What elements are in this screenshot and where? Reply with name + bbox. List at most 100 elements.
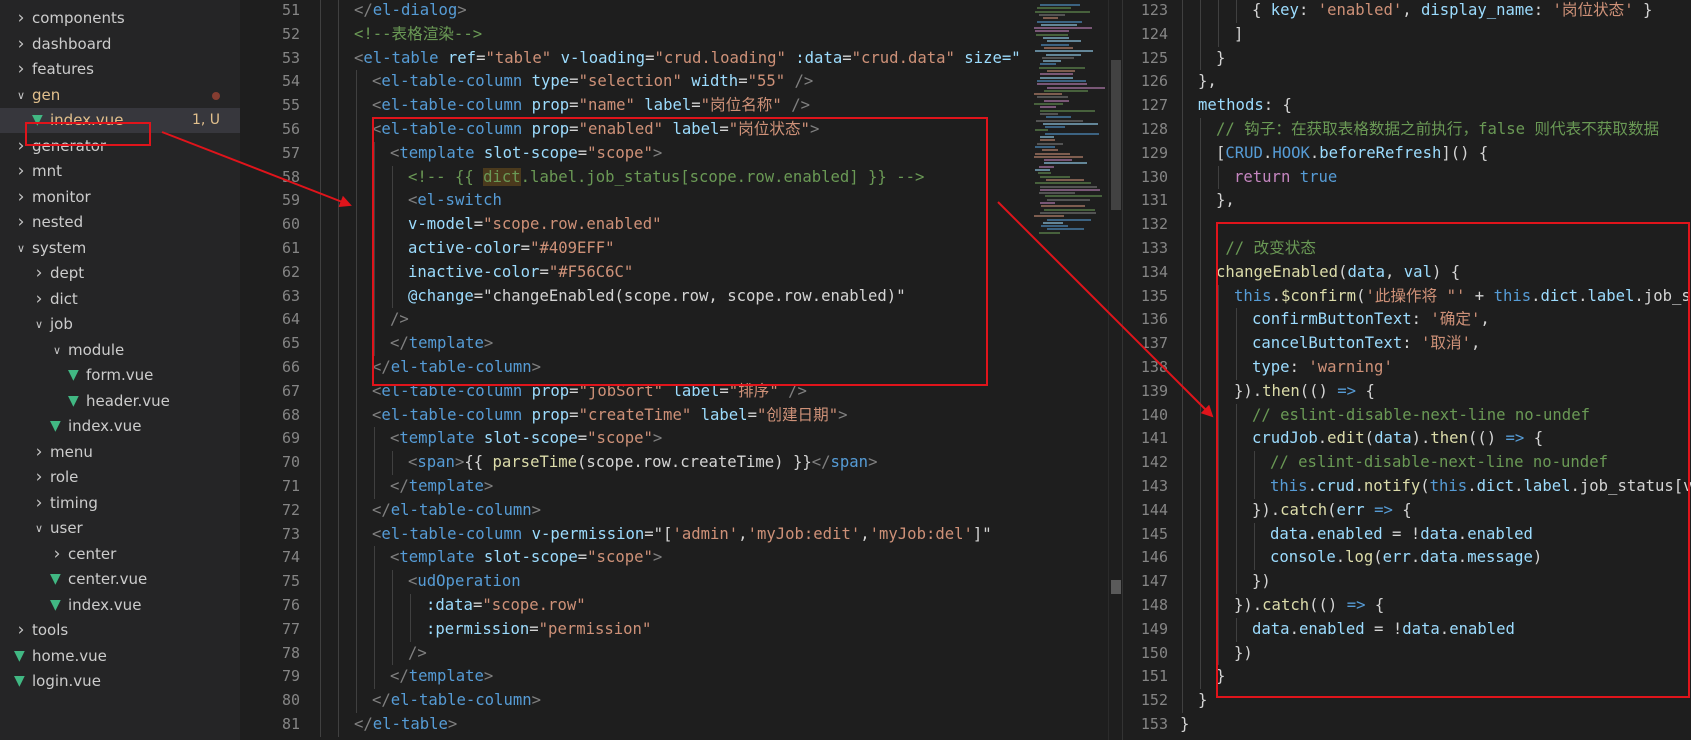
folder-monitor[interactable]: › monitor [0,185,240,210]
chevron-right-icon[interactable]: › [14,618,28,643]
file-index-vue[interactable]: ▼ index.vue [0,593,240,618]
folder-nested[interactable]: › nested [0,210,240,235]
file-center-vue[interactable]: ▼ center.vue [0,567,240,592]
code-line[interactable]: </el-table> [354,713,457,737]
chevron-right-icon[interactable]: › [14,32,28,57]
code-line[interactable]: <el-table-column prop="createTime" label… [372,404,848,428]
code-line[interactable]: </template> [390,475,493,499]
code-area[interactable]: </el-dialog> <!--表格渲染--> <el-table ref="ta… [318,0,1020,740]
template-editor-pane[interactable]: 51 52 53 54 55 56 57 58 59 60 61 62 63 64 65 66 67 68 69 70… [240,0,1020,740]
code-line[interactable]: ] [1234,23,1243,47]
code-line[interactable]: type: 'warning' [1252,356,1393,380]
chevron-down-icon[interactable]: ∨ [50,338,64,363]
folder-tools[interactable]: › tools [0,618,240,643]
chevron-right-icon[interactable]: › [14,159,28,184]
chevron-right-icon[interactable]: › [14,6,28,31]
code-line[interactable]: methods: { [1198,94,1292,118]
code-line[interactable]: /> [408,642,427,666]
code-line[interactable]: } [1180,713,1189,737]
code-line[interactable]: </el-table-column> [372,356,541,380]
code-line[interactable]: crudJob.edit(data).then(() => { [1252,427,1543,451]
code-line[interactable]: active-color="#409EFF" [408,237,615,261]
folder-generator[interactable]: › generator [0,134,240,159]
code-line[interactable]: }, [1198,70,1217,94]
code-line[interactable]: v-model="scope.row.enabled" [408,213,662,237]
code-line[interactable]: { key: 'enabled', display_name: '岗位状态' } [1252,0,1652,23]
folder-module[interactable]: ∨ module [0,338,240,363]
chevron-right-icon[interactable]: › [14,210,28,235]
minimap[interactable] [1030,0,1116,740]
folder-job[interactable]: ∨ job [0,312,240,337]
folder-user[interactable]: ∨ user [0,516,240,541]
code-line[interactable]: return true [1234,166,1337,190]
code-line[interactable]: this.crud.notify(this.dict.label.job_sta… [1270,475,1691,499]
code-line[interactable]: // 钩子：在获取表格数据之前执行，false 则代表不获取数据 [1216,118,1659,142]
code-line[interactable]: /> [390,308,409,332]
code-line[interactable]: </template> [390,332,493,356]
folder-components[interactable]: › components [0,6,240,31]
code-line[interactable]: // eslint-disable-next-line no-undef [1252,404,1590,428]
code-area[interactable]: { key: 'enabled', display_name: '岗位状态' }… [1180,0,1691,740]
code-line[interactable]: // 改变状态 [1216,237,1316,261]
code-line[interactable]: <el-table-column prop="name" label="岗位名称… [372,94,810,118]
code-line[interactable]: console.log(err.data.message) [1270,546,1542,570]
folder-timing[interactable]: › timing [0,491,240,516]
code-line[interactable]: cancelButtonText: '取消', [1252,332,1480,356]
code-line[interactable]: // eslint-disable-next-line no-undef [1270,451,1608,475]
code-line[interactable]: <template slot-scope="scope"> [390,427,662,451]
folder-dashboard[interactable]: › dashboard [0,32,240,57]
script-editor-pane[interactable]: 123 124 125 126 127 128 129 130 131 132 133 134 135 1… [1124,0,1691,740]
chevron-right-icon[interactable]: › [32,465,46,490]
file-header-vue[interactable]: ▼ header.vue [0,389,240,414]
chevron-right-icon[interactable]: › [50,542,64,567]
chevron-down-icon[interactable]: ∨ [32,516,46,541]
folder-dict[interactable]: › dict [0,287,240,312]
code-line[interactable]: confirmButtonText: '确定', [1252,308,1490,332]
code-line[interactable]: <template slot-scope="scope"> [390,142,662,166]
code-line[interactable]: <!--表格渲染--> [354,23,482,47]
scrollbar-thumb[interactable] [1111,60,1121,210]
code-line[interactable]: <udOperation [408,570,521,594]
code-line[interactable]: changeEnabled(data, val) { [1216,261,1460,285]
code-line[interactable]: }) [1234,642,1253,666]
code-line[interactable]: <el-switch [408,189,502,213]
code-line[interactable]: } [1198,689,1207,713]
folder-mnt[interactable]: › mnt [0,159,240,184]
code-line[interactable]: this.$confirm('此操作将 "' + this.dict.label… [1234,285,1691,309]
file-home-vue[interactable]: ▼ home.vue [0,644,240,669]
folder-menu[interactable]: › menu [0,440,240,465]
chevron-down-icon[interactable]: ∨ [14,83,28,108]
code-line[interactable]: <el-table-column prop="enabled" label="岗… [372,118,819,142]
folder-center[interactable]: › center [0,542,240,567]
code-line[interactable]: <el-table ref="table" v-loading="crud.lo… [354,47,1020,71]
code-line[interactable]: :permission="permission" [426,618,651,642]
code-line[interactable]: </el-table-column> [372,499,541,523]
code-line[interactable]: } [1216,665,1225,689]
folder-features[interactable]: › features [0,57,240,82]
code-line[interactable]: }, [1216,189,1235,213]
chevron-right-icon[interactable]: › [32,261,46,286]
file-form-vue[interactable]: ▼ form.vue [0,363,240,388]
code-line[interactable]: inactive-color="#F56C6C" [408,261,633,285]
code-line[interactable]: <el-table-column type="selection" width=… [372,70,813,94]
code-line[interactable]: data.enabled = !data.enabled [1252,618,1515,642]
code-line[interactable]: </template> [390,665,493,689]
folder-system[interactable]: ∨ system [0,236,240,261]
code-line[interactable]: }).catch(() => { [1234,594,1384,618]
code-line[interactable]: @change="changeEnabled(scope.row, scope.… [408,285,906,309]
code-line[interactable]: <template slot-scope="scope"> [390,546,662,570]
code-line[interactable]: <el-table-column prop="jobSort" label="排… [372,380,807,404]
chevron-right-icon[interactable]: › [32,287,46,312]
code-line[interactable]: }).then(() => { [1234,380,1375,404]
code-line[interactable]: :data="scope.row" [426,594,586,618]
file-index-vue[interactable]: ▼ index.vue [0,414,240,439]
chevron-down-icon[interactable]: ∨ [32,312,46,337]
chevron-right-icon[interactable]: › [14,134,28,159]
chevron-right-icon[interactable]: › [32,440,46,465]
code-line[interactable]: </el-table-column> [372,689,541,713]
file-login-vue[interactable]: ▼ login.vue [0,669,240,694]
vertical-scrollbar[interactable] [1108,0,1123,740]
folder-dept[interactable]: › dept [0,261,240,286]
chevron-down-icon[interactable]: ∨ [14,236,28,261]
code-line[interactable]: <!-- {{ dict.label.job_status[scope.row.… [408,166,924,190]
